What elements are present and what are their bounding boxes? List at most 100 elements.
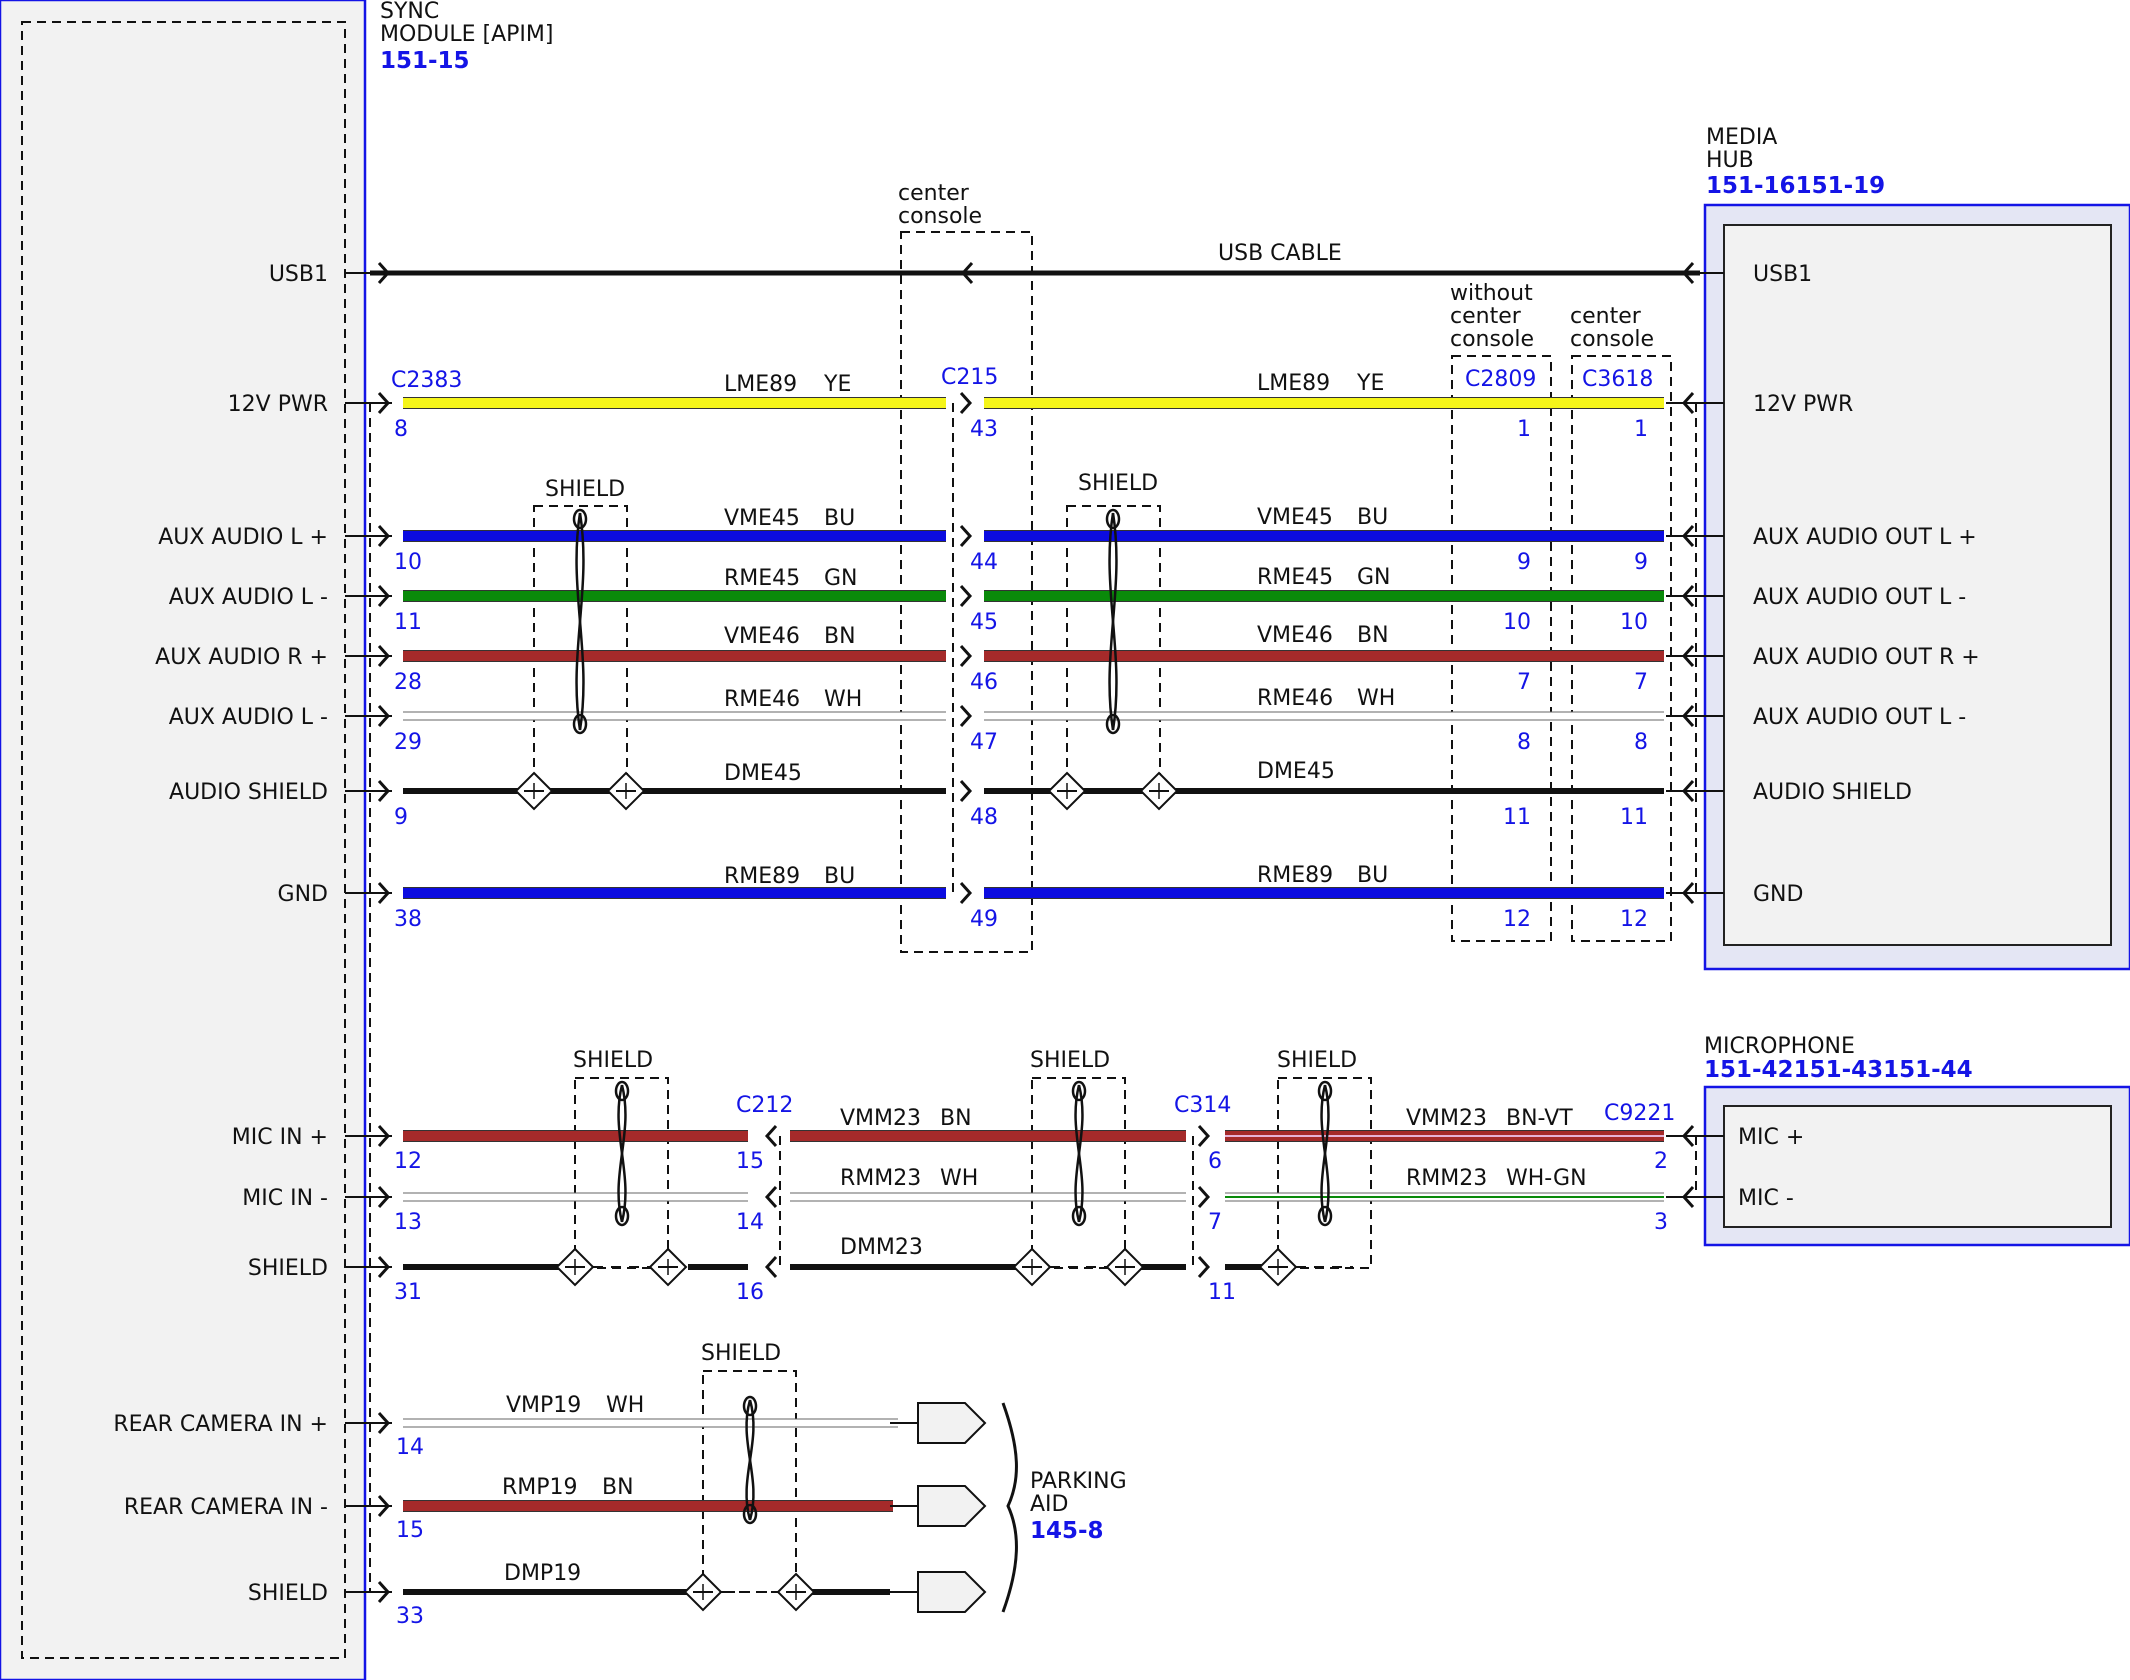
- media-hub-ref: 151-16151-19: [1706, 173, 1885, 199]
- parking-aid-terminal-0: [917, 1402, 987, 1444]
- without-center-console-label: without center console: [1450, 281, 1534, 352]
- pin-c215-5: 48: [970, 805, 998, 830]
- pin-c215-3: 46: [970, 670, 998, 695]
- center-console-label: center console: [898, 181, 982, 229]
- wire-color-wauln_a: GN: [824, 566, 858, 591]
- wire-color-wmicn_b: WH: [940, 1166, 978, 1191]
- hub-pin-label-5: AUX AUDIO OUT L -: [1753, 705, 1966, 730]
- c314-terminal-1: [1197, 1185, 1211, 1209]
- shield-label-5: SHIELD: [701, 1341, 781, 1366]
- sync-pin-label-6: AUDIO SHIELD: [169, 780, 328, 805]
- pin-c215-1: 44: [970, 550, 998, 575]
- pin-c314-1: 7: [1208, 1210, 1222, 1235]
- wire-color-waurn_a: WH: [824, 687, 862, 712]
- sync-module-name: SYNC MODULE [APIM]: [380, 0, 553, 47]
- sync-pin-label-0: USB1: [269, 262, 328, 287]
- parking-aid-terminal-2: [917, 1571, 987, 1613]
- hub-pin-label-3: AUX AUDIO OUT L -: [1753, 585, 1966, 610]
- pin-sync-mic-2: 31: [394, 1280, 422, 1305]
- sync-module-ref: 151-15: [380, 48, 470, 74]
- sync-pin-label-2: AUX AUDIO L +: [158, 525, 328, 550]
- pin-c2383-4: 29: [394, 730, 422, 755]
- pin-c2383-6: 38: [394, 907, 422, 932]
- labels: SYNC MODULE [APIM]151-15 MEDIA HUB151-16151…: [113, 0, 1979, 1629]
- connector-c3618: C3618: [1582, 367, 1653, 392]
- pin-c212-1: 14: [736, 1210, 764, 1235]
- pin-c2383-0: 8: [394, 417, 408, 442]
- sync-pin-label-5: AUX AUDIO L -: [169, 705, 328, 730]
- c215-terminal-3: [959, 644, 973, 668]
- pin-c9221-1: 3: [1654, 1210, 1668, 1235]
- pin-c2809-1: 9: [1517, 550, 1531, 575]
- shield-box-1: [533, 505, 628, 792]
- pin-c212-2: 16: [736, 1280, 764, 1305]
- c215-terminal-5: [959, 779, 973, 803]
- wire-code-waudl_b: VME45: [1257, 505, 1333, 530]
- sync-pin-label-3: AUX AUDIO L -: [169, 585, 328, 610]
- connector-c314: C314: [1174, 1093, 1231, 1118]
- hub-pin-label-4: AUX AUDIO OUT R +: [1753, 645, 1980, 670]
- media-hub-name: MEDIA HUB: [1706, 125, 1777, 173]
- pin-c2383-2: 11: [394, 610, 422, 635]
- sync-pin-label-10: SHIELD: [248, 1256, 328, 1281]
- pin-c2809-6: 12: [1503, 907, 1531, 932]
- twist-6-top: [742, 1395, 758, 1417]
- shield-label-4: SHIELD: [1277, 1048, 1357, 1073]
- wiring-diagram: SYNC MODULE [APIM]151-15 MEDIA HUB151-16151…: [0, 0, 2130, 1680]
- shield-label-2: SHIELD: [573, 1048, 653, 1073]
- twist-4-top: [1071, 1080, 1087, 1102]
- mic-pin-label-0: MIC +: [1738, 1125, 1804, 1150]
- pin-c2809-3: 7: [1517, 670, 1531, 695]
- c215-terminal-6: [959, 881, 973, 905]
- pin-c3618-0: 1: [1634, 417, 1648, 442]
- pin-sync-cam-1: 15: [396, 1518, 424, 1543]
- wire-code-wcamp: VMP19: [506, 1393, 581, 1418]
- twist-3-bot: [614, 1205, 630, 1227]
- c215-terminal-0: [959, 391, 973, 415]
- wire-code-waudl_a: VME45: [724, 506, 800, 531]
- wire-code-waurn_a: RME46: [724, 687, 800, 712]
- sync-pin-label-4: AUX AUDIO R +: [155, 645, 328, 670]
- parking-aid-name: PARKING AID: [1030, 1469, 1127, 1517]
- sync-pin-label-13: SHIELD: [248, 1581, 328, 1606]
- hub-pin-label-1: 12V PWR: [1753, 392, 1853, 417]
- pin-sync-cam-0: 14: [396, 1435, 424, 1460]
- wire-code-waurn_b: RME46: [1257, 686, 1333, 711]
- wire-color-wmicp_c: BN-VT: [1506, 1106, 1573, 1131]
- pin-c215-6: 49: [970, 907, 998, 932]
- usb-cable-label: USB CABLE: [1218, 241, 1342, 266]
- twist-3-top: [614, 1080, 630, 1102]
- shield-box-2: [1066, 505, 1161, 792]
- pin-c215-0: 43: [970, 417, 998, 442]
- shield-box-4: [1031, 1077, 1126, 1269]
- pin-c3618-1: 9: [1634, 550, 1648, 575]
- connector-boxes: [369, 231, 1697, 1593]
- sync-pin-label-1: 12V PWR: [228, 392, 328, 417]
- connector-c2809: C2809: [1465, 367, 1536, 392]
- pin-c3618-4: 8: [1634, 730, 1648, 755]
- wire-color-wgnd_b: BU: [1357, 863, 1388, 888]
- wire-color-wgnd_a: BU: [824, 864, 855, 889]
- wire-code-wmicn_c: RMM23: [1406, 1166, 1487, 1191]
- connector-c212: C212: [736, 1093, 793, 1118]
- wire-color-waudl_a: BU: [824, 506, 855, 531]
- pin-c3618-6: 12: [1620, 907, 1648, 932]
- pin-c3618-3: 7: [1634, 670, 1648, 695]
- mic-pin-label-1: MIC -: [1738, 1186, 1794, 1211]
- wire-code-wmicn_b: RMM23: [840, 1166, 921, 1191]
- wire-code-wcamn: RMP19: [502, 1475, 578, 1500]
- c215-terminal-4: [959, 704, 973, 728]
- parking-aid-brace: [1001, 1402, 1018, 1613]
- wire-color-waudr_b: BN: [1357, 623, 1389, 648]
- pin-c2383-1: 10: [394, 550, 422, 575]
- pin-c2383-3: 28: [394, 670, 422, 695]
- wire-code-waudr_a: VME46: [724, 624, 800, 649]
- shield-label-1: SHIELD: [1078, 471, 1158, 496]
- sync-pin-label-12: REAR CAMERA IN -: [124, 1495, 328, 1520]
- c215-terminal-1: [959, 524, 973, 548]
- wire-code-wmicp_b: VMM23: [840, 1106, 921, 1131]
- pin-c212-0: 15: [736, 1149, 764, 1174]
- wire-code-wgnd_a: RME89: [724, 864, 800, 889]
- connector-box-c2809: [1451, 355, 1552, 942]
- sync-pin-label-11: REAR CAMERA IN +: [113, 1412, 328, 1437]
